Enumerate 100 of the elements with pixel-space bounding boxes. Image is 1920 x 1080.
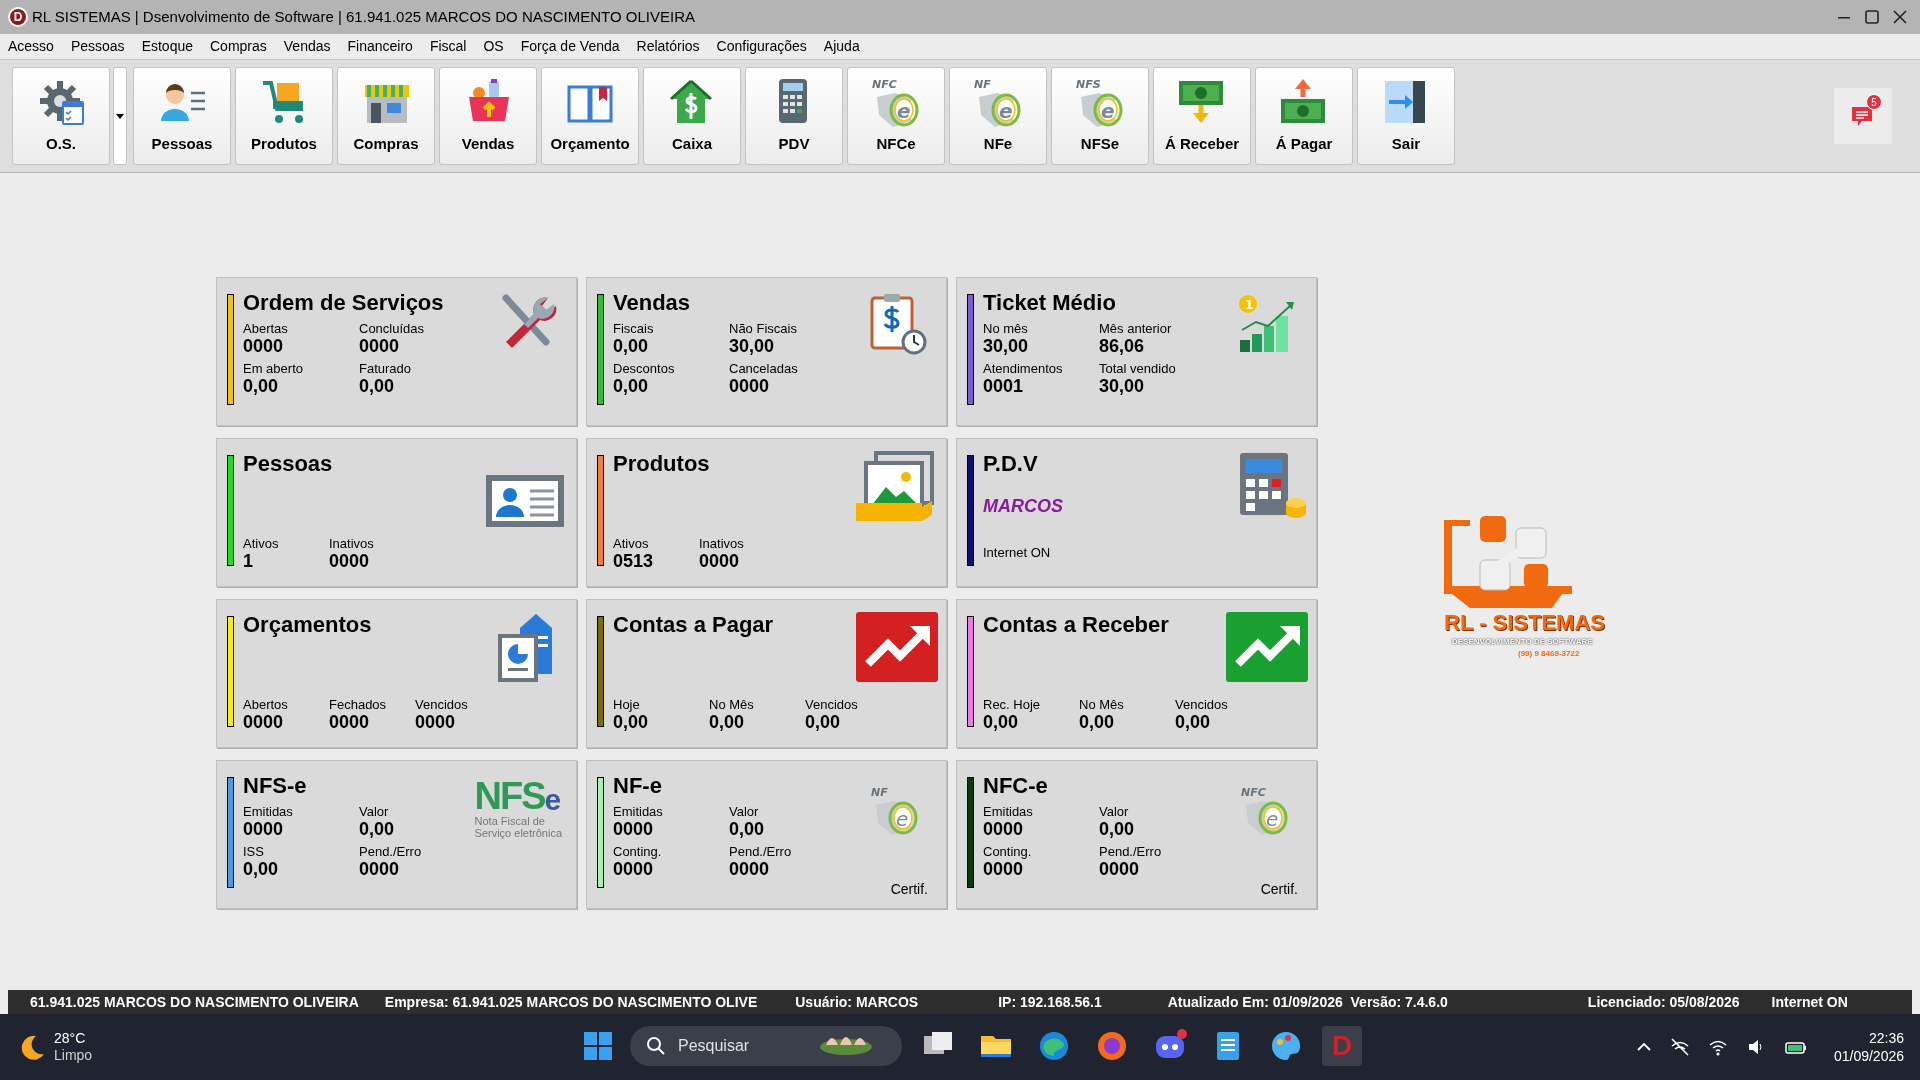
field-value: 0,00 bbox=[709, 712, 746, 733]
field-value: 0,00 bbox=[613, 376, 650, 397]
toolbar-button[interactable]: Orçamento bbox=[541, 67, 639, 165]
field-value: 0,00 bbox=[1099, 819, 1136, 840]
field-label: Pend./Erro bbox=[729, 844, 793, 859]
menu-item[interactable]: Força de Venda bbox=[520, 36, 620, 57]
toolbar-button[interactable]: Á Pagar bbox=[1255, 67, 1353, 165]
field-label: Fiscais bbox=[613, 321, 655, 336]
toolbar-button[interactable]: PDV bbox=[745, 67, 843, 165]
field-label: Ativos bbox=[613, 536, 650, 551]
field-value: 1 bbox=[243, 551, 254, 572]
field-value: 0000 bbox=[243, 712, 285, 733]
card-title: NFS-e bbox=[243, 773, 307, 799]
field-value: 0,00 bbox=[729, 819, 766, 840]
logo-phone: (99) 9 8469-3722 bbox=[1518, 648, 1580, 660]
temperature-text: 28°C bbox=[54, 1030, 87, 1047]
field-label: Rec. Hoje bbox=[983, 697, 1042, 712]
menu-item[interactable]: Vendas bbox=[283, 36, 331, 57]
app-logo: D bbox=[8, 7, 28, 27]
menu-item[interactable]: Relatórios bbox=[636, 36, 700, 57]
clock-date: 01/09/2026 bbox=[1833, 1047, 1904, 1065]
menu-item[interactable]: Configurações bbox=[716, 36, 807, 57]
operator-name: MARCOS bbox=[983, 495, 1064, 518]
notification-button[interactable]: 5 bbox=[1834, 88, 1892, 144]
menu-item[interactable]: Estoque bbox=[141, 36, 193, 57]
field-label: Fechados bbox=[329, 697, 388, 712]
field-value: 0,00 bbox=[359, 819, 396, 840]
field-value: 0,00 bbox=[359, 376, 396, 397]
field-label: Emitidas bbox=[243, 804, 294, 819]
menu-item[interactable]: OS bbox=[483, 36, 504, 57]
toolbar-button[interactable]: Produtos bbox=[235, 67, 333, 165]
field-value: 0000 bbox=[359, 859, 401, 880]
search-icon bbox=[646, 1036, 666, 1056]
field-label: Atendimentos bbox=[983, 361, 1064, 376]
toolbar-button[interactable]: Vendas bbox=[439, 67, 537, 165]
menu-item[interactable]: Compras bbox=[210, 36, 267, 57]
field-value: 0,00 bbox=[1079, 712, 1116, 733]
status-text: IP: 192.168.56.1 bbox=[998, 992, 1102, 1012]
card-title: Vendas bbox=[613, 290, 691, 316]
menu-item[interactable]: Financeiro bbox=[347, 36, 413, 57]
field-value: 30,00 bbox=[983, 336, 1030, 357]
field-value: 0000 bbox=[329, 712, 371, 733]
field-label: Conting. bbox=[983, 844, 1033, 859]
field-value: 0000 bbox=[329, 551, 371, 572]
window-title: RL SISTEMAS | Dsenvolvimento de Software | 61.941.025 MARCOS DO NASCIMENTO OLIVEIRA bbox=[32, 6, 697, 27]
toolbar-button[interactable]: NF e NFe bbox=[949, 67, 1047, 165]
search-highlight-icon bbox=[820, 1037, 872, 1055]
toolbar-button[interactable]: Caixa bbox=[643, 67, 741, 165]
menu-item[interactable]: Pessoas bbox=[70, 36, 125, 57]
field-value: 0000 bbox=[243, 336, 285, 357]
field-value: 0000 bbox=[359, 336, 401, 357]
toolbar-button[interactable]: Compras bbox=[337, 67, 435, 165]
toolbar-button[interactable]: NFC e NFCe bbox=[847, 67, 945, 165]
field-label: Pend./Erro bbox=[1099, 844, 1163, 859]
toolbar-button[interactable]: Á Receber bbox=[1153, 67, 1251, 165]
field-value: 0000 bbox=[699, 551, 741, 572]
card-title: Produtos bbox=[613, 451, 710, 477]
field-label: Total vendido bbox=[1099, 361, 1177, 376]
field-label: Hoje bbox=[613, 697, 641, 712]
certificate-label: Certif. bbox=[890, 880, 928, 899]
menu-item[interactable]: Fiscal bbox=[429, 36, 467, 57]
field-label: Vencidos bbox=[1175, 697, 1229, 712]
search-field[interactable]: Pesquisar bbox=[630, 1026, 902, 1066]
field-value: 0000 bbox=[415, 712, 457, 733]
toolbar-button[interactable]: O.S. bbox=[12, 67, 110, 165]
field-value: 30,00 bbox=[1099, 376, 1146, 397]
trend-up-icon bbox=[856, 612, 938, 684]
toolbar-button[interactable]: NFS e NFSe bbox=[1051, 67, 1149, 165]
field-label: Canceladas bbox=[729, 361, 799, 376]
field-label: No Mês bbox=[1079, 697, 1125, 712]
status-text: Usuário: MARCOS bbox=[795, 992, 919, 1012]
caret-icon bbox=[116, 113, 124, 119]
field-value: 0000 bbox=[729, 859, 771, 880]
field-value: 0,00 bbox=[243, 859, 280, 880]
network-off-icon[interactable] bbox=[1669, 1037, 1690, 1057]
field-label: Vencidos bbox=[805, 697, 859, 712]
card-title: Contas a Receber bbox=[983, 612, 1169, 638]
menu-item[interactable]: Acesso bbox=[8, 36, 54, 57]
field-value: 0001 bbox=[983, 376, 1025, 397]
field-label: Abertos bbox=[243, 697, 289, 712]
field-label: Abertas bbox=[243, 321, 289, 336]
status-text: Atualizado Em: 01/09/2026 Versão: 7.4.6.0 bbox=[1167, 992, 1448, 1012]
card-title: Ticket Médio bbox=[983, 290, 1116, 316]
field-label: Faturado bbox=[359, 361, 413, 376]
field-label: Emitidas bbox=[613, 804, 664, 819]
field-label: Descontos bbox=[613, 361, 676, 376]
search-input[interactable]: Pesquisar bbox=[678, 1034, 808, 1058]
weather-text: Limpo bbox=[54, 1047, 93, 1064]
card-title: Pessoas bbox=[243, 451, 333, 477]
field-label: Valor bbox=[359, 804, 390, 819]
menu-item[interactable]: Ajuda bbox=[823, 36, 860, 57]
toolbar-button[interactable]: Pessoas bbox=[133, 67, 231, 165]
toolbar-button[interactable]: Sair bbox=[1357, 67, 1455, 165]
field-value: 0,00 bbox=[1175, 712, 1212, 733]
field-label: Valor bbox=[1099, 804, 1130, 819]
card-title: P.D.V bbox=[983, 451, 1038, 477]
field-label: Pend./Erro bbox=[359, 844, 423, 859]
logo-tagline: DESENVOLVIMENTO DE SOFTWARE bbox=[1452, 636, 1593, 648]
card-title: NFC-e bbox=[983, 773, 1048, 799]
field-label: Inativos bbox=[699, 536, 745, 551]
